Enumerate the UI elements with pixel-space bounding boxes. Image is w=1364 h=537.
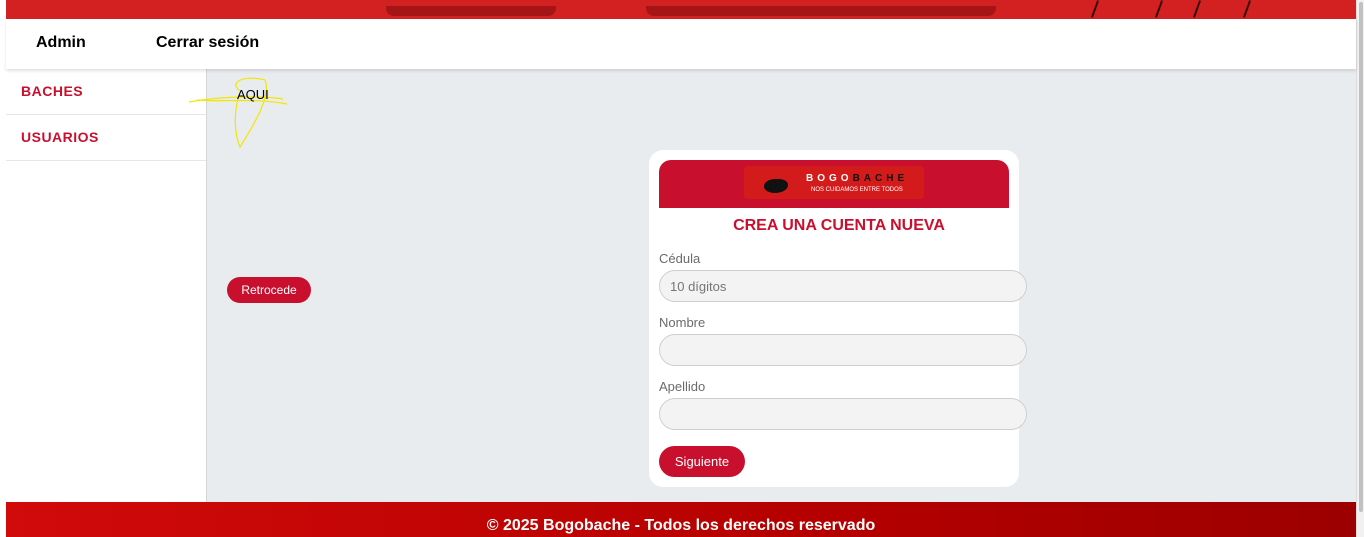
- pothole-icon: [764, 179, 788, 193]
- apellido-label: Apellido: [659, 379, 706, 394]
- footer-copyright: © 2025 Bogobache - Todos los derechos re…: [486, 517, 876, 534]
- banner-crack: [1242, 0, 1252, 18]
- cedula-label: Cédula: [659, 251, 701, 266]
- next-button[interactable]: Siguiente: [659, 446, 745, 477]
- signup-card: BOGOBACHE NOS CUIDAMOS ENTRE TODOS CREA …: [649, 150, 1027, 487]
- back-button[interactable]: Retrocede: [227, 277, 311, 303]
- banner-shape: [646, 6, 996, 16]
- top-banner: [6, 0, 1356, 19]
- card-header: BOGOBACHE NOS CUIDAMOS ENTRE TODOS: [659, 160, 1009, 208]
- nav-logout-link[interactable]: Cerrar sesión: [156, 34, 259, 52]
- banner-crack: [1192, 0, 1202, 18]
- scrollbar-thumb[interactable]: [1359, 2, 1363, 512]
- aqui-annotation-text: AQUI: [237, 87, 269, 102]
- sidebar-item-usuarios[interactable]: USUARIOS: [6, 115, 206, 161]
- cedula-input[interactable]: [659, 270, 1027, 302]
- banner-shape: [386, 6, 556, 16]
- page: Admin Cerrar sesión BACHES USUARIOS AQUI…: [0, 0, 1364, 537]
- banner-crack: [1090, 0, 1100, 18]
- logo-brand: BOGOBACHE: [806, 173, 909, 184]
- nav-admin-link[interactable]: Admin: [36, 34, 86, 52]
- bogobache-logo: BOGOBACHE NOS CUIDAMOS ENTRE TODOS: [744, 166, 924, 199]
- footer: © 2025 Bogobache - Todos los derechos re…: [6, 502, 1356, 537]
- nombre-input[interactable]: [659, 334, 1027, 366]
- apellido-input[interactable]: [659, 398, 1027, 430]
- top-navbar: Admin Cerrar sesión: [6, 19, 1356, 69]
- sidebar-item-baches[interactable]: BACHES: [6, 69, 206, 115]
- banner-crack: [1154, 0, 1164, 18]
- vertical-scrollbar[interactable]: [1356, 0, 1364, 537]
- nombre-label: Nombre: [659, 315, 706, 330]
- main-content: AQUI Retrocede BOGOBACHE NOS CUIDAMOS EN…: [188, 69, 1356, 502]
- logo-slogan: NOS CUIDAMOS ENTRE TODOS: [811, 187, 903, 193]
- form-title: CREA UNA CUENTA NUEVA: [733, 217, 945, 234]
- sidebar: BACHES USUARIOS: [6, 69, 207, 502]
